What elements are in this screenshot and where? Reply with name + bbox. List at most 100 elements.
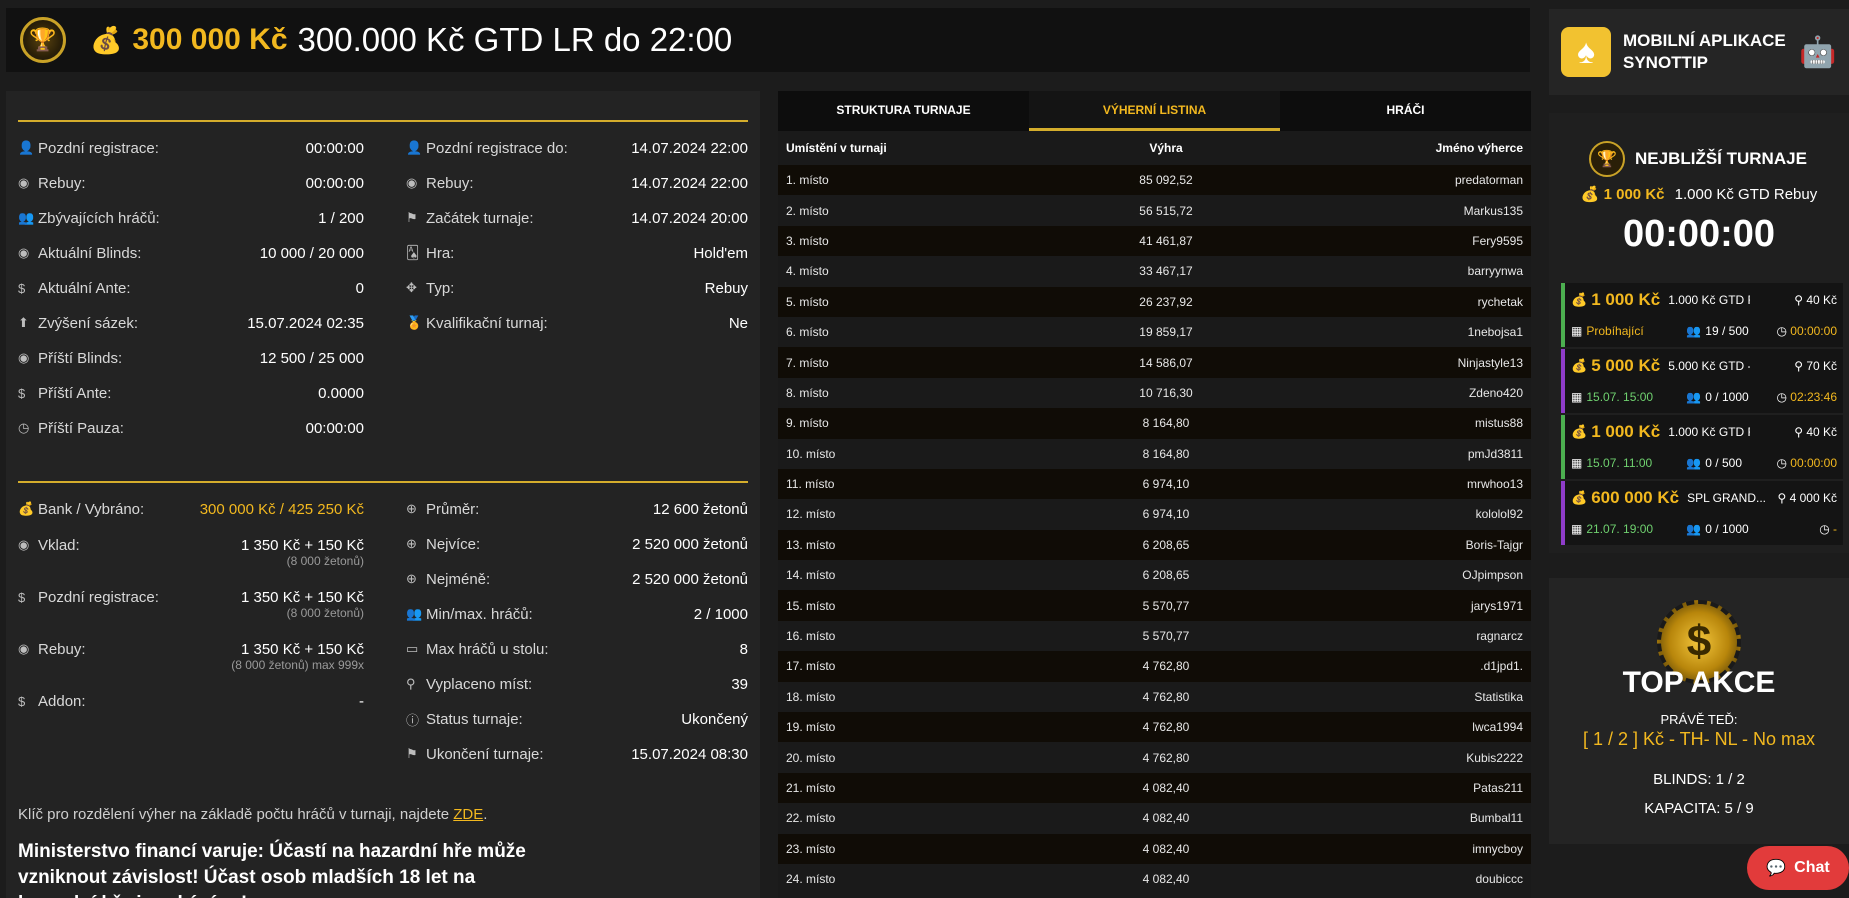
info-label: Příští Ante: bbox=[38, 384, 112, 402]
tab-structure[interactable]: STRUKTURA TURNAJE bbox=[778, 91, 1029, 131]
table-row: 10. místo 8 164,80 pmJd3811 bbox=[778, 438, 1531, 469]
table-icon: ▭ bbox=[406, 641, 419, 656]
cell-winner: mrwhoo13 bbox=[1466, 477, 1523, 492]
table-row: 15. místo 5 570,77 jarys1971 bbox=[778, 590, 1531, 621]
info-row: $ Aktuální Ante: 0 bbox=[18, 276, 364, 300]
cell-place: 6. místo bbox=[786, 325, 829, 340]
users-icon: 👥 bbox=[406, 606, 423, 621]
info-value: 10 000 / 20 000 bbox=[259, 244, 364, 262]
cell-prize: 19 859,17 bbox=[1139, 325, 1193, 340]
moneybag-icon: 💰 bbox=[18, 501, 35, 516]
info-value: 1 350 Kč + 150 Kč bbox=[240, 536, 364, 554]
header-amount: 300 000 Kč bbox=[132, 23, 288, 56]
cell-winner: lwca1994 bbox=[1472, 720, 1523, 735]
info-label: Status turnaje: bbox=[426, 710, 523, 728]
chat-button[interactable]: 💬 Chat bbox=[1747, 846, 1849, 890]
tournament-item[interactable]: 💰1 000 Kč 1.000 Kč GTD R... ⚲ 40 Kč ▦Probíh… bbox=[1561, 283, 1843, 347]
tab-payouts[interactable]: VÝHERNÍ LISTINA bbox=[1029, 91, 1280, 131]
cell-winner: Zdeno420 bbox=[1468, 385, 1523, 400]
separator bbox=[18, 120, 748, 122]
top-action-game[interactable]: [ 1 / 2 ] Kč - TH- NL - No max bbox=[1549, 729, 1849, 750]
tournament-buyin-value: 70 Kč bbox=[1806, 359, 1837, 373]
tournament-status: 15.07. 11:00 bbox=[1586, 456, 1653, 470]
user-plus-icon: 👤 bbox=[18, 140, 35, 155]
cell-winner: doubiccc bbox=[1475, 872, 1523, 887]
moneybag-icon: 💰 bbox=[1571, 490, 1588, 505]
tournament-line-meta: ▦ 15.07. 11:00 👥 0 / 500 ◷ 00:00:00 bbox=[1571, 453, 1837, 473]
upcoming-next[interactable]: 💰 1 000 Kč 1.000 Kč GTD Rebuy bbox=[1549, 185, 1849, 203]
info-value: 00:00:00 bbox=[305, 174, 364, 192]
calendar-icon: ▦ bbox=[1571, 522, 1583, 536]
users-icon: 👥 bbox=[18, 210, 35, 225]
results-panel: STRUKTURA TURNAJE VÝHERNÍ LISTINA HRÁČI … bbox=[778, 91, 1531, 898]
cell-winner: 1nebojsa1 bbox=[1467, 325, 1523, 340]
android-icon[interactable]: 🤖 bbox=[1799, 35, 1836, 70]
info-value: 12 600 žetonů bbox=[652, 500, 748, 518]
cell-prize: 4 762,80 bbox=[1142, 659, 1190, 674]
info-label: Zvýšení sázek: bbox=[38, 314, 139, 332]
clock-icon: ◷ bbox=[18, 420, 30, 435]
cell-prize: 4 082,40 bbox=[1142, 872, 1190, 887]
tournament-status: 21.07. 19:00 bbox=[1586, 522, 1654, 536]
info-label: Pozdní registrace do: bbox=[426, 139, 568, 157]
chat-label: Chat bbox=[1794, 859, 1830, 876]
col-prize: Výhra bbox=[1149, 141, 1183, 155]
table-row: 17. místo 4 762,80 .d1jpd1. bbox=[778, 651, 1531, 682]
top-action-blinds: BLINDS: 1 / 2 bbox=[1653, 771, 1745, 788]
table-header: Umístění v turnaji Výhra Jméno výherce bbox=[778, 131, 1531, 165]
moneybag-icon: 💰 bbox=[1571, 358, 1588, 373]
tab-players[interactable]: HRÁČI bbox=[1280, 91, 1531, 131]
cell-winner: Markus135 bbox=[1463, 203, 1523, 218]
cell-winner: Statistika bbox=[1474, 689, 1523, 704]
trophy-logo-icon: 🏆 bbox=[20, 17, 66, 63]
tournament-item[interactable]: 💰 600 000 Kč SPL GRAND... ⚲ 4 000 Kč ▦ 21.07.… bbox=[1561, 481, 1843, 545]
top-action-panel[interactable]: $ TOP AKCE PRÁVĚ TEĎ: [ 1 / 2 ] Kč - TH-… bbox=[1549, 578, 1849, 844]
cell-place: 20. místo bbox=[786, 750, 836, 765]
info-row: ⊕ Nejméně: 2 520 000 žetonů bbox=[406, 567, 748, 591]
mobile-app-label: MOBILNÍ APLIKACE SYNOTTIP bbox=[1623, 31, 1786, 72]
table-row: 19. místo 4 762,80 lwca1994 bbox=[778, 712, 1531, 743]
users-icon: 👥 bbox=[1686, 522, 1702, 536]
dollar-icon: $ bbox=[18, 385, 26, 401]
tournament-item[interactable]: 💰5 000 Kč 5.000 Kč GTD - ... ⚲ 70 Kč ▦15.07… bbox=[1561, 349, 1843, 413]
info-value: - bbox=[359, 692, 364, 710]
cell-prize: 10 716,30 bbox=[1139, 385, 1193, 400]
mobile-app-banner[interactable]: ♠ MOBILNÍ APLIKACE SYNOTTIP 🤖 bbox=[1549, 9, 1849, 95]
cell-winner: rychetak bbox=[1477, 294, 1523, 309]
info-value: 00:00:00 bbox=[305, 419, 364, 437]
tournament-info-panel: Klíč pro rozdělení výher na základě počt… bbox=[6, 91, 760, 898]
cell-place: 24. místo bbox=[786, 872, 836, 887]
timer-icon: ◷ bbox=[1776, 324, 1791, 338]
info-value: Rebuy bbox=[704, 279, 748, 297]
cell-place: 10. místo bbox=[786, 446, 836, 461]
cell-winner: OJpimpson bbox=[1462, 568, 1523, 583]
cell-winner: Bumbal11 bbox=[1469, 811, 1523, 826]
info-label: Začátek turnaje: bbox=[426, 209, 534, 227]
info-value: 39 bbox=[731, 675, 748, 693]
cell-winner: kololol92 bbox=[1475, 507, 1523, 522]
tournament-line-main: 💰 600 000 Kč SPL GRAND... ⚲ 4 000 Kč bbox=[1571, 487, 1837, 509]
tournament-name: SPL GRAND... bbox=[1687, 491, 1767, 505]
spade-icon: ♠ bbox=[1561, 27, 1611, 77]
col-winner: Jméno výherce bbox=[1435, 141, 1523, 155]
cell-prize: 5 570,77 bbox=[1142, 629, 1190, 644]
cell-place: 15. místo bbox=[786, 598, 836, 613]
info-row: ⓘ Status turnaje: Ukončený bbox=[406, 707, 748, 731]
info-label: Typ: bbox=[426, 279, 455, 297]
tournament-amount: 5 000 Kč bbox=[1591, 356, 1661, 375]
table-row: 8. místo 10 716,30 Zdeno420 bbox=[778, 377, 1531, 409]
info-value: Hold'em bbox=[693, 244, 748, 262]
cell-prize: 56 515,72 bbox=[1139, 203, 1193, 218]
tournament-item[interactable]: 💰1 000 Kč 1.000 Kč GTD R... ⚲ 40 Kč ▦15.07.… bbox=[1561, 415, 1843, 479]
payout-key-link[interactable]: ZDE bbox=[453, 806, 483, 823]
coins-icon: ◉ bbox=[18, 350, 30, 365]
info-row: 👥 Min/max. hráčů: 2 / 1000 bbox=[406, 602, 748, 626]
cell-place: 8. místo bbox=[786, 385, 829, 400]
tournament-status: 15.07. 15:00 bbox=[1586, 390, 1654, 404]
cell-prize: 4 082,40 bbox=[1142, 811, 1190, 826]
table-row: 4. místo 33 467,17 barryynwa bbox=[778, 256, 1531, 287]
info-value: 15.07.2024 08:30 bbox=[631, 745, 748, 763]
moneybag-icon: 💰 bbox=[1580, 186, 1600, 203]
cell-winner: Ninjastyle13 bbox=[1457, 355, 1523, 370]
table-row: 5. místo 26 237,92 rychetak bbox=[778, 286, 1531, 317]
